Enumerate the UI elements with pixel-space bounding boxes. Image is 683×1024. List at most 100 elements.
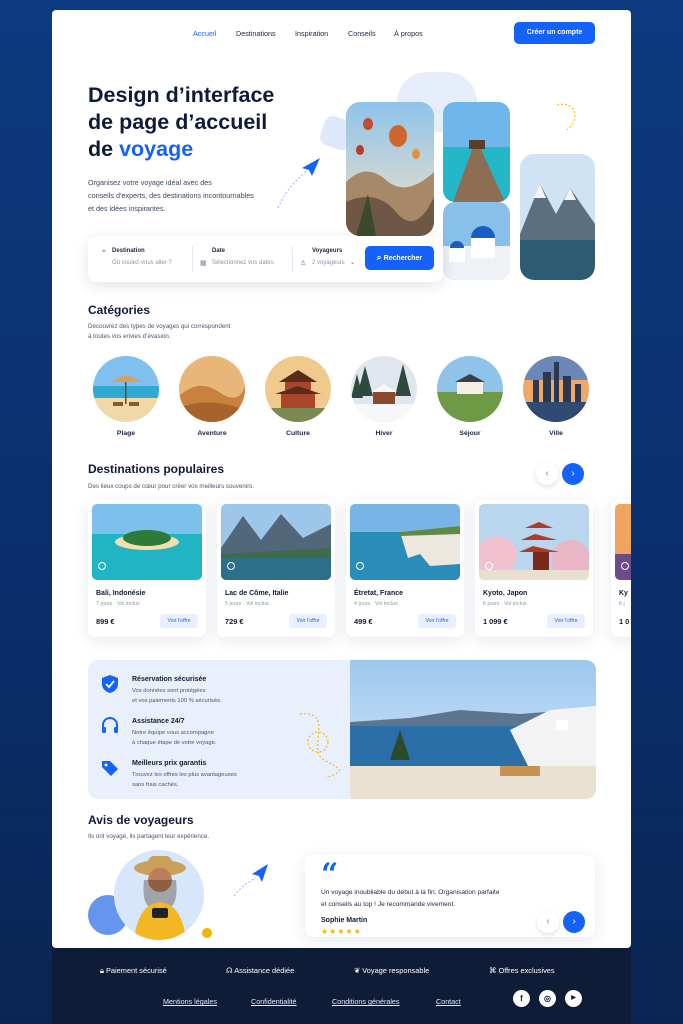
chevron-left-icon[interactable]: ‹ (536, 463, 558, 485)
popular-subtitle: Des lieux coups de cœur pour créer vos m… (88, 483, 255, 490)
feature-desc: Vos données sont protégées et vos paiemen… (132, 686, 252, 706)
chevron-right-icon[interactable]: › (562, 463, 584, 485)
category-hiver[interactable]: Hiver (351, 356, 417, 437)
destination-card-come[interactable]: Lac de Côme, Italie 5 jours · Vol inclus… (217, 500, 335, 637)
view-offer-button[interactable]: Voir l’offre (160, 614, 198, 628)
search-bar: ⌖ Destination Où voulez-vous aller ? ▦ D… (88, 236, 443, 282)
destination-card-etretat[interactable]: Étretat, France 4 jours · Vol inclus 499… (346, 500, 464, 637)
category-image (179, 356, 245, 422)
nav-inspiration[interactable]: Inspiration (295, 29, 328, 38)
reviews-title: Avis de voyageurs (88, 813, 194, 827)
hero-desc-line2: conseils d’experts, des destinations inc… (88, 191, 254, 200)
destination-name: Kyoto, Japon (483, 590, 528, 597)
category-aventure[interactable]: Aventure (179, 356, 245, 437)
footer-item-label: Paiement sécurisé (106, 966, 167, 975)
hero-image-lake (520, 154, 595, 280)
feature-desc-line: Notre équipe vous accompagne (132, 730, 214, 736)
paper-plane-icon (233, 864, 268, 897)
destination-placeholder[interactable]: Où voulez-vous aller ? (112, 260, 172, 266)
destination-image (350, 504, 460, 580)
shield-icon (102, 675, 118, 693)
search-button[interactable]: ⌕ Rechercher (365, 246, 434, 270)
review-text-line2: et conseils au top ! Je recommande vivem… (321, 901, 456, 908)
destination-label: Destination (112, 248, 145, 254)
hero-desc-line1: Organisez votre voyage idéal avec des (88, 178, 212, 187)
popular-title: Destinations populaires (88, 462, 225, 476)
categories-sub-line2: à toutes vos envies d’évasion. (88, 333, 171, 340)
feature-title: Réservation sécurisée (132, 676, 207, 683)
date-placeholder[interactable]: Sélectionnez vos dates (212, 260, 274, 266)
hero-title-accent: voyage (119, 137, 194, 161)
hero-title-line1: Design d’interface (88, 83, 275, 107)
hero-desc-line3: et des idées inspirantes. (88, 204, 166, 213)
category-image (93, 356, 159, 422)
dashed-path-icon (556, 103, 576, 131)
leaf-icon: ❦ (354, 966, 363, 975)
location-pin-icon (485, 562, 493, 570)
category-ville[interactable]: Ville (523, 356, 589, 437)
destination-card-bali[interactable]: Bali, Indonésie 7 jours · Vol inclus 899… (88, 500, 206, 637)
calendar-icon: ▦ (200, 260, 207, 267)
user-icon: ♙ (300, 260, 307, 267)
category-label: Aventure (197, 430, 227, 437)
footer: 🔒︎ Paiement sécurisé ☊ Assistance dédiée… (52, 948, 631, 1024)
view-offer-button[interactable]: Voir l’offre (547, 614, 585, 628)
nav-destinations[interactable]: Destinations (236, 29, 276, 38)
facebook-icon[interactable]: f (513, 990, 530, 1007)
star-rating: ★★★★★ (321, 927, 362, 936)
travelers-label: Voyageurs (312, 248, 343, 254)
location-pin-icon (227, 562, 235, 570)
dashed-path-icon (299, 713, 340, 779)
divider (192, 246, 193, 272)
create-account-button[interactable]: Créer un compte (514, 22, 595, 44)
category-label: Séjour (459, 430, 481, 437)
nav-accueil[interactable]: Accueil (193, 29, 216, 38)
hero-image-balloons (346, 102, 434, 236)
footer-link-legal[interactable]: Mentions légales (163, 997, 217, 1006)
category-sejour[interactable]: Séjour (437, 356, 503, 437)
feature-title: Assistance 24/7 (132, 718, 185, 725)
footer-link-privacy[interactable]: Confidentialité (251, 997, 297, 1006)
feature-desc-line: Trouvez les offres les plus avantageuses (132, 772, 237, 778)
features-panel: Réservation sécurisée Vos données sont p… (88, 660, 596, 799)
decor-dot (202, 928, 212, 938)
footer-link-terms[interactable]: Conditions générales (332, 997, 400, 1006)
reviews-subtitle: Ils ont voyagé, ils partagent leur expér… (88, 833, 210, 840)
destination-info: 5 jours · Vol inclus (225, 601, 269, 607)
category-image (351, 356, 417, 422)
footer-link-contact[interactable]: Contact (436, 997, 461, 1006)
hero-title-line2: de page d’accueil (88, 110, 268, 134)
feature-desc-line: et vos paiements 100 % sécurisés. (132, 698, 222, 704)
category-image (437, 356, 503, 422)
category-plage[interactable]: Plage (93, 356, 159, 437)
hero-title-line3-a: de (88, 137, 120, 161)
chevron-right-icon[interactable]: › (563, 911, 585, 933)
hero-image-santorini (443, 202, 510, 280)
destination-card-kyoto[interactable]: Kyoto, Japon 6 jours · Vol inclus 1 099 … (475, 500, 593, 637)
view-offer-button[interactable]: Voir l’offre (289, 614, 327, 628)
destination-image (221, 504, 331, 580)
destination-name: Ky (619, 590, 628, 597)
review-text-line1: Un voyage inoubliable du début à la fin.… (321, 889, 500, 896)
destination-image (479, 504, 589, 580)
destination-card-partial[interactable]: Ky 6 j 1 0 (611, 500, 631, 637)
feature-desc-line: à chaque étape de votre voyage. (132, 740, 217, 746)
youtube-icon[interactable]: ▶ (565, 990, 582, 1007)
location-pin-icon (98, 562, 106, 570)
location-pin-icon: ⌖ (102, 248, 106, 255)
date-label: Date (212, 248, 226, 254)
chevron-down-icon[interactable]: ⌄ (350, 259, 355, 266)
instagram-icon[interactable]: ◎ (539, 990, 556, 1007)
chevron-left-icon[interactable]: ‹ (537, 911, 559, 933)
footer-item-offers: ⌘ Offres exclusives (489, 966, 555, 975)
destination-price: 499 € (354, 617, 373, 626)
feature-desc-line: Vos données sont protégées (132, 688, 206, 694)
destination-info: 6 j (619, 601, 625, 607)
destination-name: Lac de Côme, Italie (225, 590, 289, 597)
nav-conseils[interactable]: Conseils (348, 29, 376, 38)
nav-a-propos[interactable]: À propos (394, 29, 423, 38)
divider (292, 246, 293, 272)
view-offer-button[interactable]: Voir l’offre (418, 614, 456, 628)
travelers-value[interactable]: 2 voyageurs (312, 260, 345, 266)
category-culture[interactable]: Culture (265, 356, 331, 437)
